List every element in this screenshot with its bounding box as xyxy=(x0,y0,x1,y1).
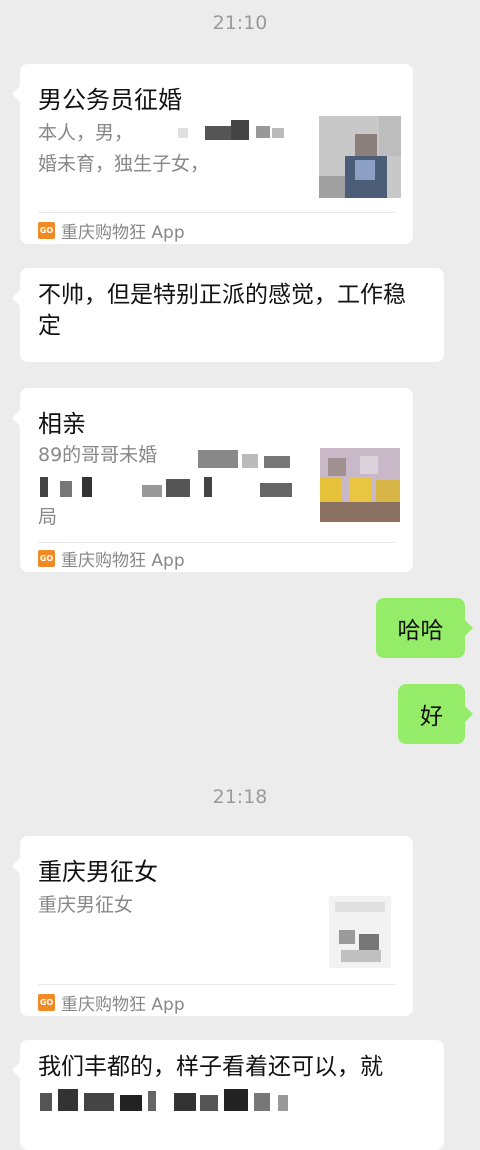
text-message[interactable]: 我们丰都的，样子看着还可以，就 xyxy=(12,1040,444,1150)
mosaic-redaction xyxy=(198,442,308,468)
message-text: 好 xyxy=(420,704,443,730)
link-card-marriage-ad[interactable]: 男公务员征婚 本人，男， 婚未育，独生子女， GO 重庆购物狂 App xyxy=(12,64,413,244)
card-description: 89的哥哥未婚 局 xyxy=(38,440,308,533)
mosaic-redaction xyxy=(160,120,295,140)
card-source: GO 重庆购物狂 App xyxy=(38,218,185,243)
message-text: 我们丰都的，样子看着还可以，就 xyxy=(38,1054,383,1080)
link-card-match-ad[interactable]: 重庆男征女 重庆男征女 GO 重庆购物狂 App xyxy=(12,836,413,1016)
card-description: 本人，男， 婚未育，独生子女， xyxy=(38,118,308,180)
source-label: 重庆购物狂 App xyxy=(61,995,185,1015)
message-text: 不帅，但是特别正派的感觉，工作稳定 xyxy=(38,282,406,339)
link-card-blind-date[interactable]: 相亲 89的哥哥未婚 局 GO 重庆购物狂 App xyxy=(12,388,413,572)
card-description: 重庆男征女 xyxy=(38,894,134,916)
timestamp: 21:18 xyxy=(212,786,268,808)
source-label: 重庆购物狂 App xyxy=(61,551,185,571)
text-message[interactable]: 不帅，但是特别正派的感觉，工作稳定 xyxy=(12,268,444,362)
card-title: 相亲 xyxy=(38,410,86,438)
card-thumbnail xyxy=(320,448,400,522)
timestamp: 21:10 xyxy=(212,12,268,34)
card-thumbnail xyxy=(329,896,391,968)
card-source: GO 重庆购物狂 App xyxy=(38,546,185,571)
app-logo-icon: GO xyxy=(38,222,55,239)
source-label: 重庆购物狂 App xyxy=(61,223,185,243)
app-logo-icon: GO xyxy=(38,550,55,567)
card-thumbnail xyxy=(319,116,401,198)
card-title: 男公务员征婚 xyxy=(38,86,182,114)
card-source: GO 重庆购物狂 App xyxy=(38,990,185,1015)
app-logo-icon: GO xyxy=(38,994,55,1011)
mosaic-redaction xyxy=(38,477,298,497)
message-text: 哈哈 xyxy=(397,618,444,644)
card-title: 重庆男征女 xyxy=(38,858,158,886)
my-text-message[interactable]: 哈哈 xyxy=(376,598,473,658)
mosaic-redaction xyxy=(38,1089,298,1111)
my-text-message[interactable]: 好 xyxy=(398,684,473,744)
